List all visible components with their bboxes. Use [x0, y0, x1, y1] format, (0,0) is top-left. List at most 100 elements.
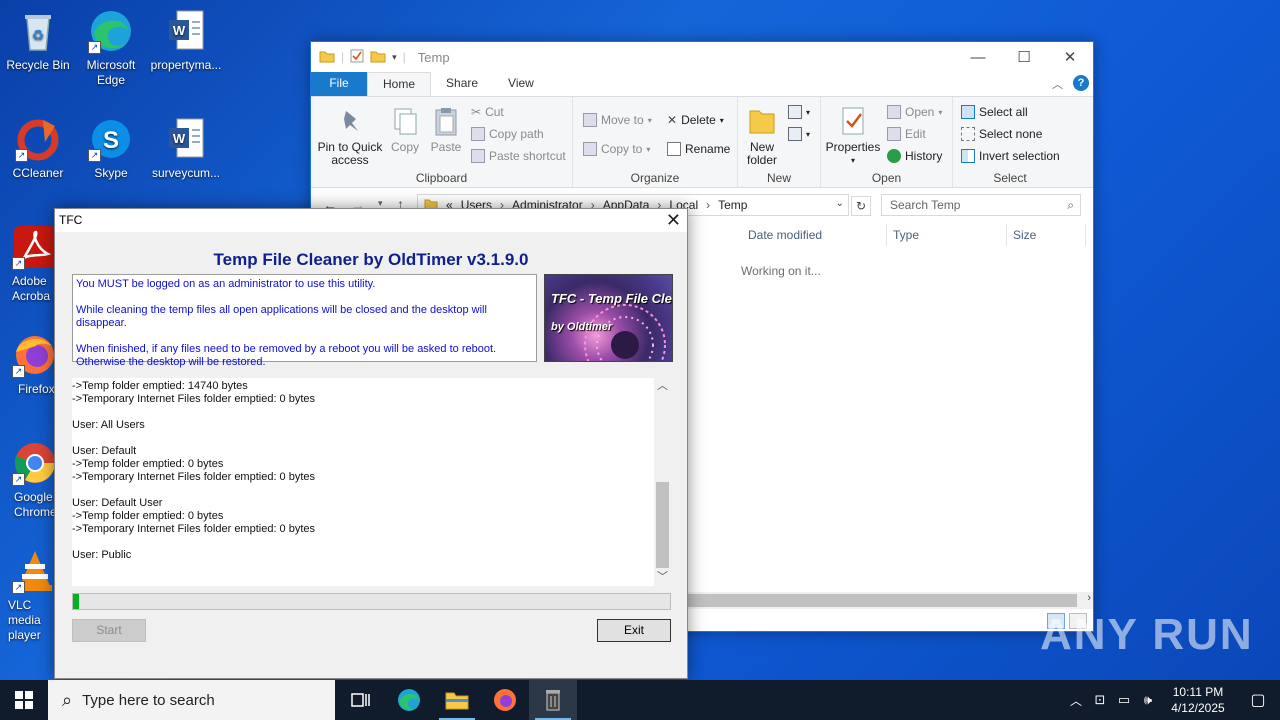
horizontal-scrollbar[interactable]: › — [687, 592, 1093, 609]
desktop-icon-edge[interactable]: ↗ Microsoft Edge — [73, 8, 149, 88]
desktop-icon-surveycum[interactable]: W surveycum... — [148, 116, 224, 181]
tfc-dialog[interactable]: TFC ✕ Temp File Cleaner by OldTimer v3.1… — [54, 208, 688, 679]
trash-can-icon — [546, 690, 560, 711]
properties-button[interactable]: Properties ▾ — [825, 105, 881, 167]
tfc-titlebar[interactable]: TFC ✕ — [55, 209, 687, 232]
desktop-icon-vlc[interactable]: ↗ VLC media player — [0, 548, 54, 643]
copy-path-button[interactable]: Copy path — [471, 127, 544, 141]
scroll-right-arrow-icon[interactable]: › — [1087, 592, 1091, 604]
invert-selection-button[interactable]: Invert selection — [961, 149, 1060, 163]
column-size[interactable]: Size — [1013, 228, 1036, 242]
move-to-button[interactable]: Move to ▾ — [583, 113, 652, 127]
select-all-button[interactable]: Select all — [961, 105, 1028, 119]
cut-button[interactable]: ✂ Cut — [471, 105, 504, 119]
tab-file[interactable]: File — [311, 72, 367, 96]
close-icon[interactable]: ✕ — [1047, 42, 1093, 72]
copy-path-icon — [471, 127, 485, 141]
tfc-window-title: TFC — [59, 213, 83, 227]
tfc-logo: TFC - Temp File Cleaner by Oldtimer — [544, 274, 673, 362]
desktop-icon-chrome[interactable]: ↗ Google Chrome — [0, 440, 54, 520]
desktop-icon-firefox[interactable]: ↗ Firefox — [0, 332, 54, 397]
taskbar-file-explorer[interactable] — [433, 680, 481, 720]
taskbar-edge[interactable] — [385, 680, 433, 720]
shortcut-arrow-icon: ↗ — [88, 41, 101, 54]
copy-to-button[interactable]: Copy to ▾ — [583, 142, 650, 156]
ribbon: Pin to Quick access Copy Paste ✂ Cut Copy… — [311, 96, 1093, 188]
new-folder-icon — [746, 105, 778, 137]
device-icon[interactable]: ⊡ — [1088, 692, 1112, 708]
clock[interactable]: 10:11 PM 4/12/2025 — [1160, 684, 1236, 716]
quick-access-dropdown-icon[interactable]: ▾ — [392, 52, 397, 63]
log-line: ->Temp folder emptied: 14740 bytes — [72, 380, 248, 392]
cleaning-log[interactable]: ->Temp folder emptied: 14740 bytes ->Temp… — [72, 378, 671, 586]
search-input[interactable]: Search Temp ⌕ — [881, 194, 1081, 216]
shortcut-arrow-icon: ↗ — [88, 149, 101, 162]
select-none-button[interactable]: Select none — [961, 127, 1042, 141]
properties-check-icon[interactable] — [350, 49, 364, 66]
history-button[interactable]: History — [887, 149, 942, 163]
clock-date: 4/12/2025 — [1171, 701, 1225, 715]
tab-view[interactable]: View — [493, 72, 549, 96]
explorer-titlebar[interactable]: | ▾ | Temp — ☐ ✕ — [311, 42, 1093, 72]
desktop-icon-acrobat[interactable]: ↗ Adobe Acroba — [0, 224, 54, 304]
show-hidden-icons-icon[interactable]: ︿ — [1064, 692, 1088, 709]
desktop-icon-propertyma[interactable]: W propertyma... — [148, 8, 224, 73]
edit-button[interactable]: Edit — [887, 127, 926, 141]
start-button[interactable] — [0, 680, 48, 720]
shortcut-arrow-icon: ↗ — [12, 581, 25, 594]
pin-to-quick-access-button[interactable]: Pin to Quick access — [317, 105, 383, 167]
firefox-icon — [494, 689, 516, 711]
scroll-down-arrow-icon[interactable]: ﹀ — [654, 569, 671, 586]
collapse-ribbon-icon[interactable]: ︿ — [1052, 76, 1063, 92]
start-button[interactable]: Start — [72, 619, 146, 642]
svg-text:S: S — [103, 127, 119, 154]
clipboard-group: Pin to Quick access Copy Paste ✂ Cut Copy… — [311, 97, 573, 187]
desktop-icon-skype[interactable]: S ↗ Skype — [73, 116, 149, 181]
close-icon[interactable]: ✕ — [666, 210, 681, 231]
delete-button[interactable]: ✕ Delete ▾ — [667, 113, 724, 127]
desktop-icon-label: VLC media player — [8, 598, 41, 642]
tab-share[interactable]: Share — [431, 72, 493, 96]
network-icon[interactable]: ▭ — [1112, 692, 1136, 708]
maximize-icon[interactable]: ☐ — [1001, 42, 1047, 72]
log-line: ->Temporary Internet Files folder emptie… — [72, 471, 316, 483]
scrollbar-thumb[interactable] — [656, 482, 669, 568]
column-date-modified[interactable]: Date modified — [748, 228, 822, 242]
desktop-icon-label: Adobe Acroba — [12, 274, 51, 303]
edge-icon: ↗ — [88, 8, 134, 54]
column-type[interactable]: Type — [893, 228, 919, 242]
taskbar-firefox[interactable] — [481, 680, 529, 720]
new-folder-button[interactable]: New folder — [742, 105, 782, 167]
copy-icon — [389, 105, 421, 137]
open-button[interactable]: Open ▾ — [887, 105, 942, 119]
easy-access-button[interactable]: ▾ — [788, 127, 810, 141]
anyrun-watermark: ANY RUN — [1040, 610, 1254, 659]
paste-shortcut-button[interactable]: Paste shortcut — [471, 149, 566, 163]
desktop-icon-recycle-bin[interactable]: ♻ Recycle Bin — [0, 8, 76, 73]
firefox-icon: ↗ — [12, 332, 54, 378]
exit-button[interactable]: Exit — [597, 619, 671, 642]
scrollbar-thumb[interactable] — [687, 594, 1077, 607]
address-dropdown-icon[interactable]: ⌄ — [836, 198, 844, 209]
task-view-button[interactable] — [337, 680, 385, 720]
notice-line: Otherwise the desktop will be restored. — [76, 356, 266, 368]
paste-button[interactable]: Paste — [425, 105, 467, 154]
copy-button[interactable]: Copy — [385, 105, 425, 154]
taskbar-search-input[interactable]: ⌕ Type here to search — [48, 680, 335, 720]
minimize-icon[interactable]: — — [955, 42, 1001, 72]
vertical-scrollbar[interactable]: ︿ ﹀ — [654, 378, 671, 586]
new-folder-icon[interactable] — [370, 49, 386, 66]
volume-icon[interactable]: 🕪 — [1136, 692, 1160, 708]
taskbar-tfc[interactable] — [529, 680, 577, 720]
breadcrumb-item[interactable]: Temp — [718, 198, 747, 212]
refresh-icon[interactable]: ↻ — [851, 196, 871, 216]
desktop-icon-ccleaner[interactable]: ↗ CCleaner — [0, 116, 76, 181]
scroll-up-arrow-icon[interactable]: ︿ — [654, 378, 671, 395]
new-item-button[interactable]: ▾ — [788, 105, 810, 119]
pin-icon — [334, 105, 366, 137]
rename-button[interactable]: Rename — [667, 142, 730, 156]
notifications-icon[interactable]: ▢ — [1236, 690, 1280, 710]
tab-home[interactable]: Home — [367, 72, 432, 96]
help-icon[interactable]: ? — [1073, 75, 1089, 91]
